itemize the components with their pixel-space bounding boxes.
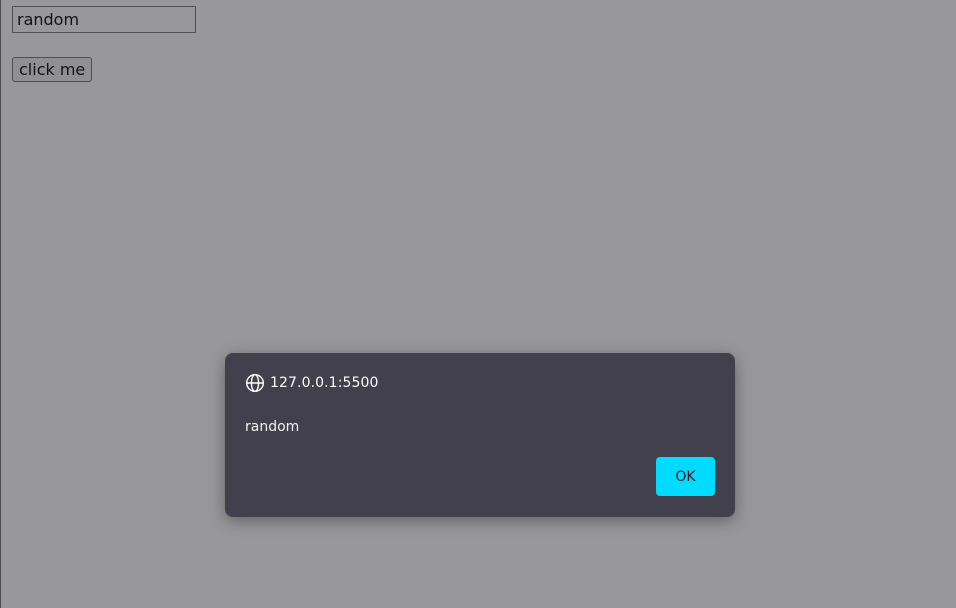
alert-origin: 127.0.0.1:5500 bbox=[270, 375, 379, 391]
ok-button[interactable]: OK bbox=[656, 457, 715, 496]
alert-dialog: 127.0.0.1:5500 random OK bbox=[225, 353, 735, 517]
alert-origin-row: 127.0.0.1:5500 bbox=[245, 373, 379, 393]
alert-message: random bbox=[245, 419, 300, 435]
globe-icon bbox=[245, 373, 265, 393]
